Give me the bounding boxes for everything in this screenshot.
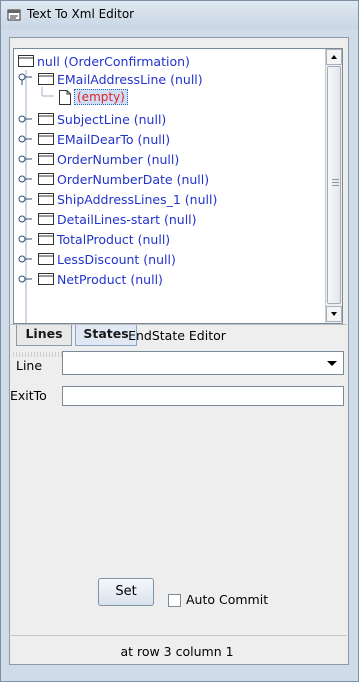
- set-button[interactable]: Set: [98, 578, 154, 606]
- exitto-input[interactable]: [62, 386, 344, 406]
- chevron-down-icon: [327, 361, 337, 366]
- editor-separator: [9, 324, 347, 325]
- line-combo-toggle[interactable]: [321, 352, 343, 374]
- editor-title: EndState Editor: [128, 328, 226, 343]
- line-label: Line: [16, 358, 43, 373]
- editor-panel: EndState Editor Line ExitTo: [8, 0, 348, 682]
- exitto-label: ExitTo: [10, 388, 47, 403]
- line-combo[interactable]: [62, 351, 344, 375]
